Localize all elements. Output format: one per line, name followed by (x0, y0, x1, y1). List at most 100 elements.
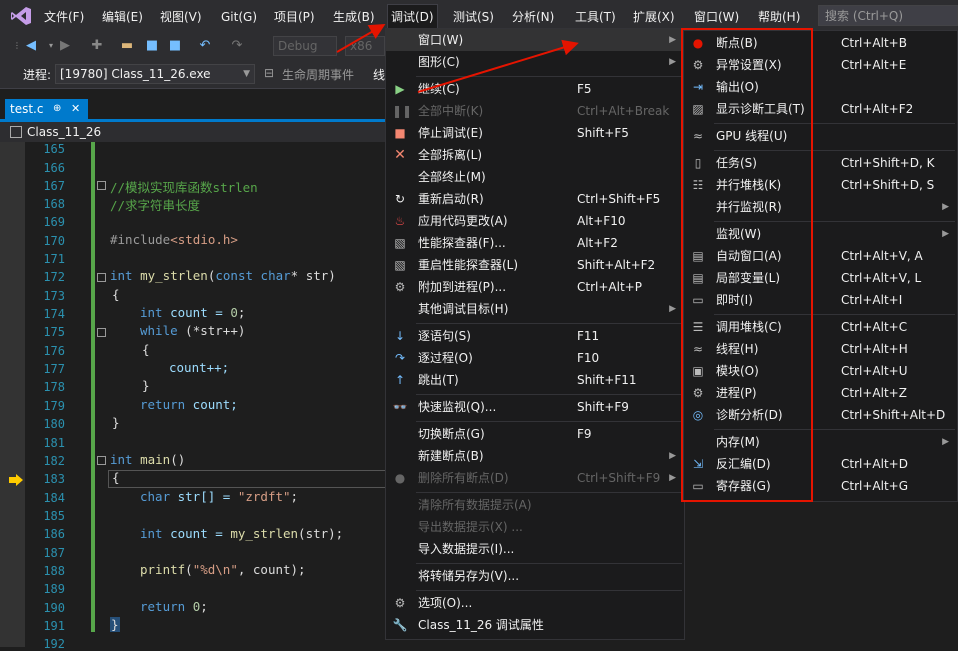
line-number: 184 (43, 491, 65, 505)
menu-item-shortcut: Ctrl+Alt+H (841, 342, 908, 356)
close-icon[interactable]: ✕ (71, 99, 80, 119)
menu-item-label: Class_11_26 调试属性 (418, 618, 544, 632)
fold-toggle-icon[interactable] (97, 273, 106, 282)
debug-menu-item-other-targets[interactable]: 其他调试目标(H) ▶ (386, 298, 684, 320)
menu-separator (416, 563, 682, 564)
code-keyword: int (110, 268, 133, 283)
menu-item-shortcut: Ctrl+Shift+F5 (577, 192, 661, 206)
menu-file[interactable]: 文件(F) (44, 8, 84, 26)
indicator-margin (0, 142, 25, 647)
process-label: 进程: (23, 68, 52, 82)
save-all-icon[interactable]: ■ (168, 39, 182, 53)
debug-menu-item-quickwatch[interactable]: 👓 快速监视(Q)... Shift+F9 (386, 396, 684, 418)
menu-build[interactable]: 生成(B) (333, 8, 375, 26)
code-text: str[] = (170, 489, 238, 504)
debug-menu-item-stop[interactable]: ■ 停止调试(E) Shift+F5 (386, 122, 684, 144)
debug-menu-item-window[interactable]: 窗口(W) ▶ (386, 29, 684, 51)
back-dropdown-icon[interactable]: ▾ (44, 39, 58, 53)
debug-menu-item-options[interactable]: ⚙ 选项(O)... (386, 592, 684, 614)
menu-edit[interactable]: 编辑(E) (102, 8, 143, 26)
fold-toggle-icon[interactable] (97, 181, 106, 190)
save-icon[interactable]: ■ (145, 39, 159, 53)
lifecycle-events-button[interactable]: 生命周期事件 (282, 66, 354, 83)
debug-menu-item-attach-to-process[interactable]: ⚙ 附加到进程(P)... Ctrl+Alt+P (386, 276, 684, 298)
debug-menu-item-profiler[interactable]: ▧ 性能探查器(F)... Alt+F2 (386, 232, 684, 254)
code-include-path: <stdio.h> (170, 232, 238, 247)
menu-tools[interactable]: 工具(T) (575, 8, 616, 26)
new-project-icon[interactable]: ✚ (90, 39, 104, 53)
search-box[interactable]: 搜索 (Ctrl+Q) (818, 5, 958, 26)
configuration-dropdown[interactable]: Debug (273, 36, 337, 56)
scope-dropdown[interactable]: Class_11_26 (27, 122, 101, 142)
debug-menu-item-step-over[interactable]: ↷ 逐过程(O) F10 (386, 347, 684, 369)
debug-menu-item-step-out[interactable]: ↑ 跳出(T) Shift+F11 (386, 369, 684, 391)
process-dropdown[interactable]: [19780] Class_11_26.exe ▼ (55, 64, 255, 84)
gear-icon: ⚙ (394, 596, 406, 610)
redo-icon[interactable]: ↷ (230, 39, 244, 53)
debug-menu-item-break-all[interactable]: ❚❚ 全部中断(K) Ctrl+Alt+Break (386, 100, 684, 122)
menu-git[interactable]: Git(G) (221, 8, 257, 26)
menu-view[interactable]: 视图(V) (160, 8, 202, 26)
submenu-arrow-icon: ▶ (942, 229, 949, 239)
forward-icon[interactable]: ▶ (58, 39, 72, 53)
menu-item-shortcut: F9 (577, 427, 592, 441)
pause-icon: ❚❚ (392, 104, 413, 118)
debug-menu-item-apply-code-changes[interactable]: ♨ 应用代码更改(A) Alt+F10 (386, 210, 684, 232)
menu-item-shortcut: F10 (577, 351, 600, 365)
menu-separator (416, 421, 682, 422)
code-text: ; (200, 599, 208, 614)
debug-menu-item-step-into[interactable]: ↓ 逐语句(S) F11 (386, 325, 684, 347)
menu-item-label: 应用代码更改(A) (418, 214, 508, 228)
debug-menu-item-clear-datatips[interactable]: 清除所有数据提示(A) (386, 494, 684, 516)
menu-item-label: 清除所有数据提示(A) (418, 498, 532, 512)
menu-window[interactable]: 窗口(W) (694, 8, 739, 26)
debug-menu-item-toggle-breakpoint[interactable]: 切换断点(G) F9 (386, 423, 684, 445)
debug-menu-item-delete-all-breakpoints[interactable]: ● 删除所有断点(D) Ctrl+Shift+F9 ▶ (386, 467, 684, 489)
submenu-arrow-icon: ▶ (942, 202, 949, 212)
menu-item-label: 选项(O)... (418, 596, 473, 610)
attach-icon: ⚙ (394, 280, 406, 294)
menu-item-label: 全部中断(K) (418, 104, 484, 118)
menu-item-shortcut: Ctrl+Alt+Z (841, 386, 907, 400)
open-folder-icon[interactable]: ▬ (120, 39, 134, 53)
undo-icon[interactable]: ↶ (198, 39, 212, 53)
restart-icon: ↻ (394, 192, 406, 206)
submenu-arrow-icon: ▶ (669, 473, 676, 483)
menu-analyze[interactable]: 分析(N) (512, 8, 554, 26)
code-keyword: int (140, 526, 163, 541)
debug-menu-item-restart-profiler[interactable]: ▧ 重启性能探查器(L) Shift+Alt+F2 (386, 254, 684, 276)
line-number: 189 (43, 582, 65, 596)
platform-dropdown[interactable]: x86 (345, 36, 385, 56)
play-icon: ▶ (395, 82, 405, 96)
submenu-arrow-icon: ▶ (669, 304, 676, 314)
tab-test-c[interactable]: test.c ⊕ ✕ (5, 99, 88, 119)
debug-menu-item-export-datatips[interactable]: 导出数据提示(X) ... (386, 516, 684, 538)
menu-item-shortcut: Ctrl+Alt+D (841, 457, 908, 471)
debug-menu-item-save-dump[interactable]: 将转储另存为(V)... (386, 565, 684, 587)
menu-test[interactable]: 测试(S) (453, 8, 494, 26)
debug-menu-item-continue[interactable]: ▶ 继续(C) F5 (386, 78, 684, 100)
pin-icon[interactable]: ⊕ (53, 99, 61, 119)
menu-item-shortcut: Ctrl+Alt+P (577, 280, 642, 294)
fold-toggle-icon[interactable] (97, 328, 106, 337)
submenu-arrow-icon: ▶ (669, 451, 676, 461)
menu-item-label: 切换断点(G) (418, 427, 485, 441)
menu-debug[interactable]: 调试(D) (387, 4, 438, 31)
back-icon[interactable]: ◀ (24, 39, 38, 53)
debug-menu-item-restart[interactable]: ↻ 重新启动(R) Ctrl+Shift+F5 (386, 188, 684, 210)
visual-studio-logo-icon (11, 7, 31, 25)
step-out-icon: ↑ (394, 373, 406, 387)
menu-extensions[interactable]: 扩展(X) (633, 8, 675, 26)
debug-menu-item-debug-properties[interactable]: 🔧 Class_11_26 调试属性 (386, 614, 684, 636)
menu-project[interactable]: 项目(P) (274, 8, 315, 26)
debug-menu-item-import-datatips[interactable]: 导入数据提示(I)... (386, 538, 684, 560)
line-number: 175 (43, 325, 65, 339)
debug-menu-item-graphics[interactable]: 图形(C) ▶ (386, 51, 684, 73)
debug-menu: 窗口(W) ▶ 图形(C) ▶ ▶ 继续(C) F5 ❚❚ 全部中断(K) Ctrl+Alt… (385, 28, 685, 640)
code-number: 0 (230, 305, 238, 320)
fold-toggle-icon[interactable] (97, 456, 106, 465)
debug-menu-item-detach-all[interactable]: ✕ 全部拆离(L) (386, 144, 684, 166)
debug-menu-item-terminate-all[interactable]: 全部终止(M) (386, 166, 684, 188)
debug-menu-item-new-breakpoint[interactable]: 新建断点(B) ▶ (386, 445, 684, 467)
menu-help[interactable]: 帮助(H) (758, 8, 800, 26)
